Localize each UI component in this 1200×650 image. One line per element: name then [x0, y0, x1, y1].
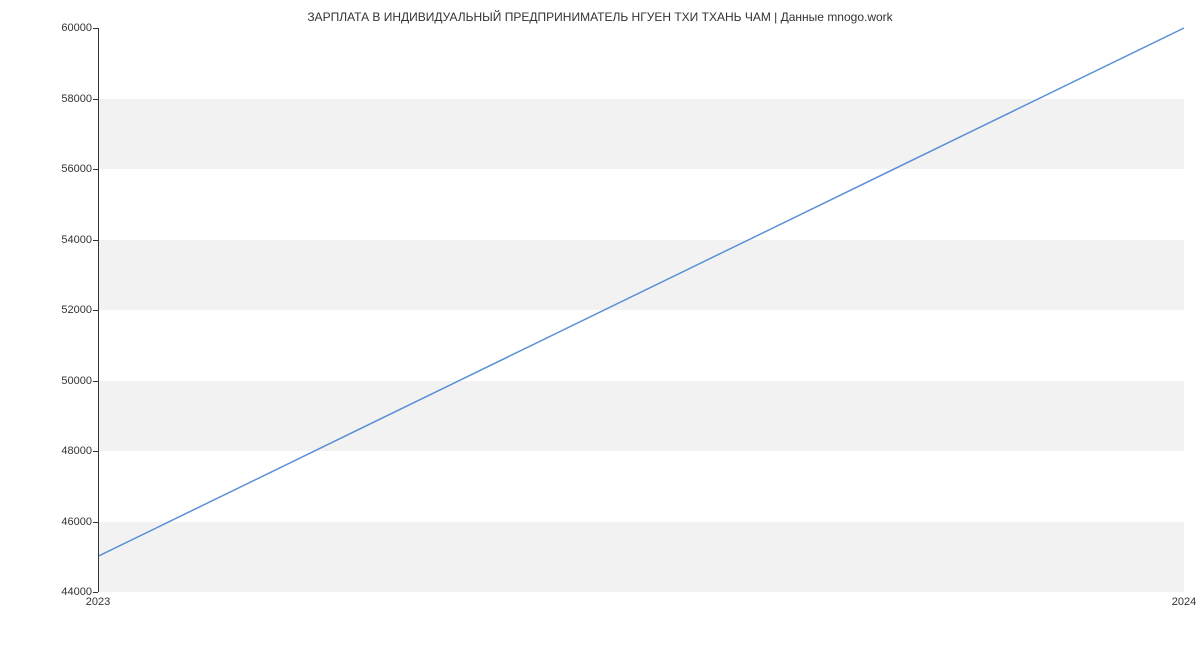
y-tick-mark [93, 451, 98, 452]
plot-area [98, 28, 1184, 592]
data-line [99, 28, 1184, 556]
y-tick-mark [93, 381, 98, 382]
y-tick-label: 54000 [61, 234, 92, 246]
y-tick-label: 48000 [61, 445, 92, 457]
chart-title: ЗАРПЛАТА В ИНДИВИДУАЛЬНЫЙ ПРЕДПРИНИМАТЕЛ… [0, 10, 1200, 24]
y-tick-label: 56000 [61, 163, 92, 175]
y-tick-label: 58000 [61, 93, 92, 105]
y-tick-mark [93, 28, 98, 29]
y-tick-mark [93, 99, 98, 100]
line-series [99, 28, 1184, 591]
y-tick-label: 46000 [61, 516, 92, 528]
x-tick-label: 2024 [1172, 596, 1196, 608]
y-tick-mark [93, 592, 98, 593]
y-tick-mark [93, 522, 98, 523]
y-tick-label: 60000 [61, 22, 92, 34]
y-tick-mark [93, 169, 98, 170]
chart-container: ЗАРПЛАТА В ИНДИВИДУАЛЬНЫЙ ПРЕДПРИНИМАТЕЛ… [0, 0, 1200, 650]
y-tick-mark [93, 240, 98, 241]
x-tick-label: 2023 [86, 596, 110, 608]
y-tick-label: 50000 [61, 375, 92, 387]
y-tick-mark [93, 310, 98, 311]
y-tick-label: 52000 [61, 304, 92, 316]
